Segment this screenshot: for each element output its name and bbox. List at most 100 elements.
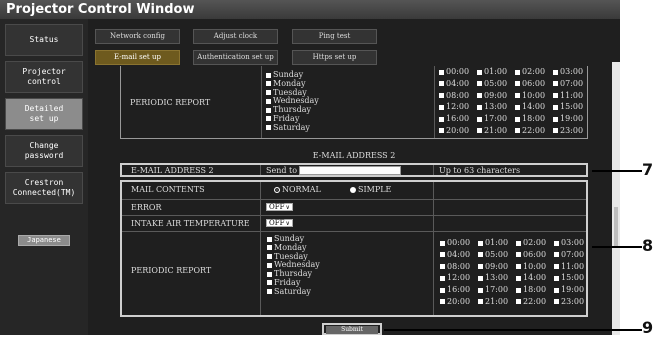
time-checkbox[interactable]: 08:00	[439, 90, 477, 102]
time-checkbox[interactable]: 01:00	[478, 237, 516, 249]
scrollbar-thumb[interactable]	[614, 207, 618, 247]
time-checkbox[interactable]: 17:00	[478, 284, 516, 296]
sidebar-item-projector-control[interactable]: Projector control	[5, 61, 83, 93]
time-checkbox[interactable]: 11:00	[554, 261, 592, 273]
time-checkbox[interactable]: 03:00	[553, 66, 591, 78]
time-checkbox[interactable]: 02:00	[515, 66, 553, 78]
email-address-2-label: E-MAIL ADDRESS 2	[131, 166, 214, 175]
callout-line-8	[592, 246, 642, 248]
time-checkbox[interactable]: 22:00	[515, 125, 553, 137]
time-checkbox[interactable]: 15:00	[554, 272, 592, 284]
time-checkbox[interactable]: 09:00	[477, 90, 515, 102]
time-checkbox[interactable]: 23:00	[553, 125, 591, 137]
radio-normal[interactable]: NORMAL	[274, 185, 321, 194]
time-checkbox[interactable]: 11:00	[553, 90, 591, 102]
sidebar-item-change-password[interactable]: Change password	[5, 135, 83, 167]
time-checkbox[interactable]: 00:00	[439, 66, 477, 78]
time-checkbox[interactable]: 21:00	[478, 296, 516, 308]
time-checkbox[interactable]: 00:00	[440, 237, 478, 249]
content-area: PERIODIC REPORT Sunday Monday Tuesday We…	[117, 66, 591, 335]
radio-selected-icon	[274, 187, 280, 193]
chevron-down-icon: ∨	[285, 220, 290, 227]
send-to-input[interactable]	[299, 166, 401, 175]
time-checkbox[interactable]: 05:00	[478, 249, 516, 261]
error-label: ERROR	[131, 203, 162, 212]
time-checkbox[interactable]: 12:00	[440, 272, 478, 284]
callout-number-8: 8	[642, 236, 654, 255]
sidebar-item-detailed-set-up[interactable]: Detailed set up	[5, 98, 83, 130]
time-checkbox[interactable]: 18:00	[516, 284, 554, 296]
character-limit-hint: Up to 63 characters	[439, 166, 521, 175]
time-checkbox[interactable]: 14:00	[515, 101, 553, 113]
time-checkbox[interactable]: 05:00	[477, 78, 515, 90]
day-checkbox[interactable]: Saturday	[267, 287, 320, 297]
time-checkbox[interactable]: 19:00	[554, 284, 592, 296]
time-checkbox[interactable]: 16:00	[440, 284, 478, 296]
time-checkbox[interactable]: 04:00	[440, 249, 478, 261]
periodic-report-label: PERIODIC REPORT	[130, 98, 211, 107]
periodic-days-list: Sunday Monday Tuesday Wednesday Thursday…	[266, 70, 319, 133]
time-checkbox[interactable]: 21:00	[477, 125, 515, 137]
time-checkbox[interactable]: 19:00	[553, 113, 591, 125]
time-checkbox[interactable]: 06:00	[515, 78, 553, 90]
email-settings-block: MAIL CONTENTS NORMAL SIMPLE ERROR OFF∨ I…	[120, 180, 588, 317]
callout-number-9: 9	[642, 318, 654, 337]
time-checkbox[interactable]: 07:00	[554, 249, 592, 261]
intake-air-temperature-label: INTAKE AIR TEMPERATURE	[131, 219, 250, 228]
tab-network-config[interactable]: Network config	[95, 29, 180, 44]
sidebar-item-crestron-connected[interactable]: Crestron Connected(TM)	[5, 172, 83, 204]
time-checkbox[interactable]: 07:00	[553, 78, 591, 90]
intake-air-temperature-row: INTAKE AIR TEMPERATURE OFF∨	[122, 215, 586, 231]
submit-button-frame: Submit	[322, 323, 382, 335]
periodic-time-grid: 00:00 01:00 02:00 03:00 04:00 05:00 06:0…	[439, 66, 591, 137]
time-checkbox[interactable]: 15:00	[553, 101, 591, 113]
periodic-report-label: PERIODIC REPORT	[131, 266, 212, 275]
tab-email-set-up[interactable]: E-mail set up	[95, 50, 180, 65]
error-row: ERROR OFF∨	[122, 199, 586, 215]
error-select[interactable]: OFF∨	[266, 203, 293, 211]
japanese-language-button[interactable]: Japanese	[18, 235, 70, 246]
callout-line-9	[384, 329, 642, 331]
window-title: Projector Control Window	[0, 0, 620, 19]
periodic-days-list: Sunday Monday Tuesday Wednesday Thursday…	[267, 234, 320, 297]
time-checkbox[interactable]: 08:00	[440, 261, 478, 273]
tab-https-set-up[interactable]: Https set up	[292, 50, 377, 65]
callout-line-7	[592, 170, 642, 172]
time-checkbox[interactable]: 12:00	[439, 101, 477, 113]
intake-air-temperature-select[interactable]: OFF∨	[266, 219, 293, 227]
chevron-down-icon: ∨	[285, 204, 290, 211]
tab-ping-test[interactable]: Ping test	[292, 29, 377, 44]
radio-unselected-icon	[350, 187, 356, 193]
time-checkbox[interactable]: 13:00	[478, 272, 516, 284]
radio-simple[interactable]: SIMPLE	[350, 185, 391, 194]
email-address-2-row: E-MAIL ADDRESS 2 Send to Up to 63 charac…	[120, 163, 588, 177]
time-checkbox[interactable]: 23:00	[554, 296, 592, 308]
time-checkbox[interactable]: 10:00	[516, 261, 554, 273]
submit-button[interactable]: Submit	[326, 326, 378, 334]
time-checkbox[interactable]: 02:00	[516, 237, 554, 249]
periodic-report-row: PERIODIC REPORT Sunday Monday Tuesday We…	[122, 231, 586, 315]
sidebar-item-status[interactable]: Status	[5, 24, 83, 56]
time-checkbox[interactable]: 20:00	[440, 296, 478, 308]
time-checkbox[interactable]: 20:00	[439, 125, 477, 137]
time-checkbox[interactable]: 10:00	[515, 90, 553, 102]
mail-contents-label: MAIL CONTENTS	[131, 185, 205, 194]
callout-number-7: 7	[642, 160, 654, 179]
scrollbar[interactable]	[612, 62, 620, 335]
time-checkbox[interactable]: 04:00	[439, 78, 477, 90]
time-checkbox[interactable]: 22:00	[516, 296, 554, 308]
tab-adjust-clock[interactable]: Adjust clock	[193, 29, 278, 44]
time-checkbox[interactable]: 16:00	[439, 113, 477, 125]
time-checkbox[interactable]: 09:00	[478, 261, 516, 273]
time-checkbox[interactable]: 01:00	[477, 66, 515, 78]
time-checkbox[interactable]: 17:00	[477, 113, 515, 125]
time-checkbox[interactable]: 03:00	[554, 237, 592, 249]
day-checkbox[interactable]: Saturday	[266, 123, 319, 133]
time-checkbox[interactable]: 14:00	[516, 272, 554, 284]
periodic-report-row-address-1: PERIODIC REPORT Sunday Monday Tuesday We…	[120, 66, 588, 139]
time-checkbox[interactable]: 06:00	[516, 249, 554, 261]
tab-authentication-set-up[interactable]: Authentication set up	[193, 50, 278, 65]
time-checkbox[interactable]: 13:00	[477, 101, 515, 113]
time-checkbox[interactable]: 18:00	[515, 113, 553, 125]
periodic-time-grid: 00:00 01:00 02:00 03:00 04:00 05:00 06:0…	[440, 237, 592, 308]
